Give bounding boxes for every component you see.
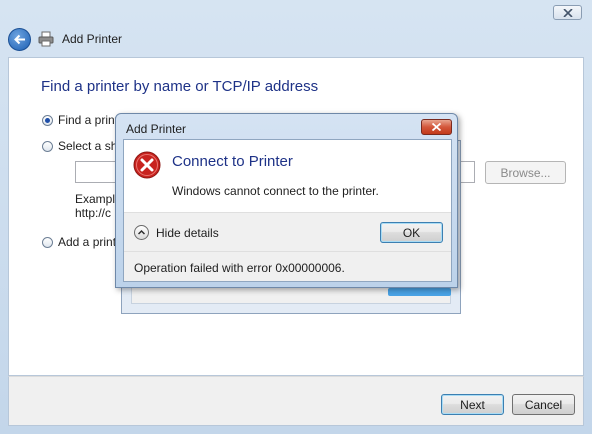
close-icon xyxy=(431,123,442,131)
ok-button[interactable]: OK xyxy=(380,222,443,243)
error-message: Windows cannot connect to the printer. xyxy=(172,184,379,198)
background-dialog-button xyxy=(388,288,451,296)
error-dialog-body: Connect to Printer Windows cannot connec… xyxy=(123,139,452,282)
chevron-up-icon xyxy=(138,229,145,235)
browse-button[interactable]: Browse... xyxy=(485,161,566,184)
add-printer-window: Add Printer Find a printer by name or TC… xyxy=(0,0,592,434)
page-title: Find a printer by name or TCP/IP address xyxy=(41,78,319,95)
details-bar: Hide details OK xyxy=(124,212,451,252)
radio-add-printer-tcpip[interactable] xyxy=(42,236,53,248)
hide-details-label[interactable]: Hide details xyxy=(156,226,219,240)
error-details-text: Operation failed with error 0x00000006. xyxy=(134,261,345,275)
cancel-button[interactable]: Cancel xyxy=(512,394,575,415)
back-button[interactable] xyxy=(8,28,31,51)
details-area: Operation failed with error 0x00000006. xyxy=(124,252,451,281)
next-button[interactable]: Next xyxy=(441,394,504,415)
error-dialog-title: Add Printer xyxy=(126,122,187,136)
option-find-printer[interactable]: Find a print xyxy=(42,113,118,127)
option-add-printer-tcpip[interactable]: Add a printe xyxy=(42,235,123,249)
hide-details-toggle[interactable] xyxy=(134,225,149,240)
option-find-printer-label: Find a print xyxy=(58,113,119,127)
close-icon xyxy=(563,9,573,17)
option-add-printer-tcpip-label: Add a printe xyxy=(58,235,123,249)
window-header-title: Add Printer xyxy=(62,32,123,46)
window-close-button[interactable] xyxy=(553,5,582,20)
error-dialog: Add Printer Connect to Printer Windows c… xyxy=(115,113,458,288)
radio-select-shared[interactable] xyxy=(42,140,53,152)
wizard-footer: Next Cancel xyxy=(8,376,584,426)
error-heading: Connect to Printer xyxy=(172,153,293,170)
error-dialog-close-button[interactable] xyxy=(421,119,452,135)
option-select-shared[interactable]: Select a sha xyxy=(42,139,124,153)
error-icon xyxy=(133,151,161,179)
example-url: http://c xyxy=(75,206,112,220)
printer-icon xyxy=(38,31,54,47)
back-arrow-icon xyxy=(14,34,25,45)
radio-find-printer[interactable] xyxy=(42,114,53,126)
